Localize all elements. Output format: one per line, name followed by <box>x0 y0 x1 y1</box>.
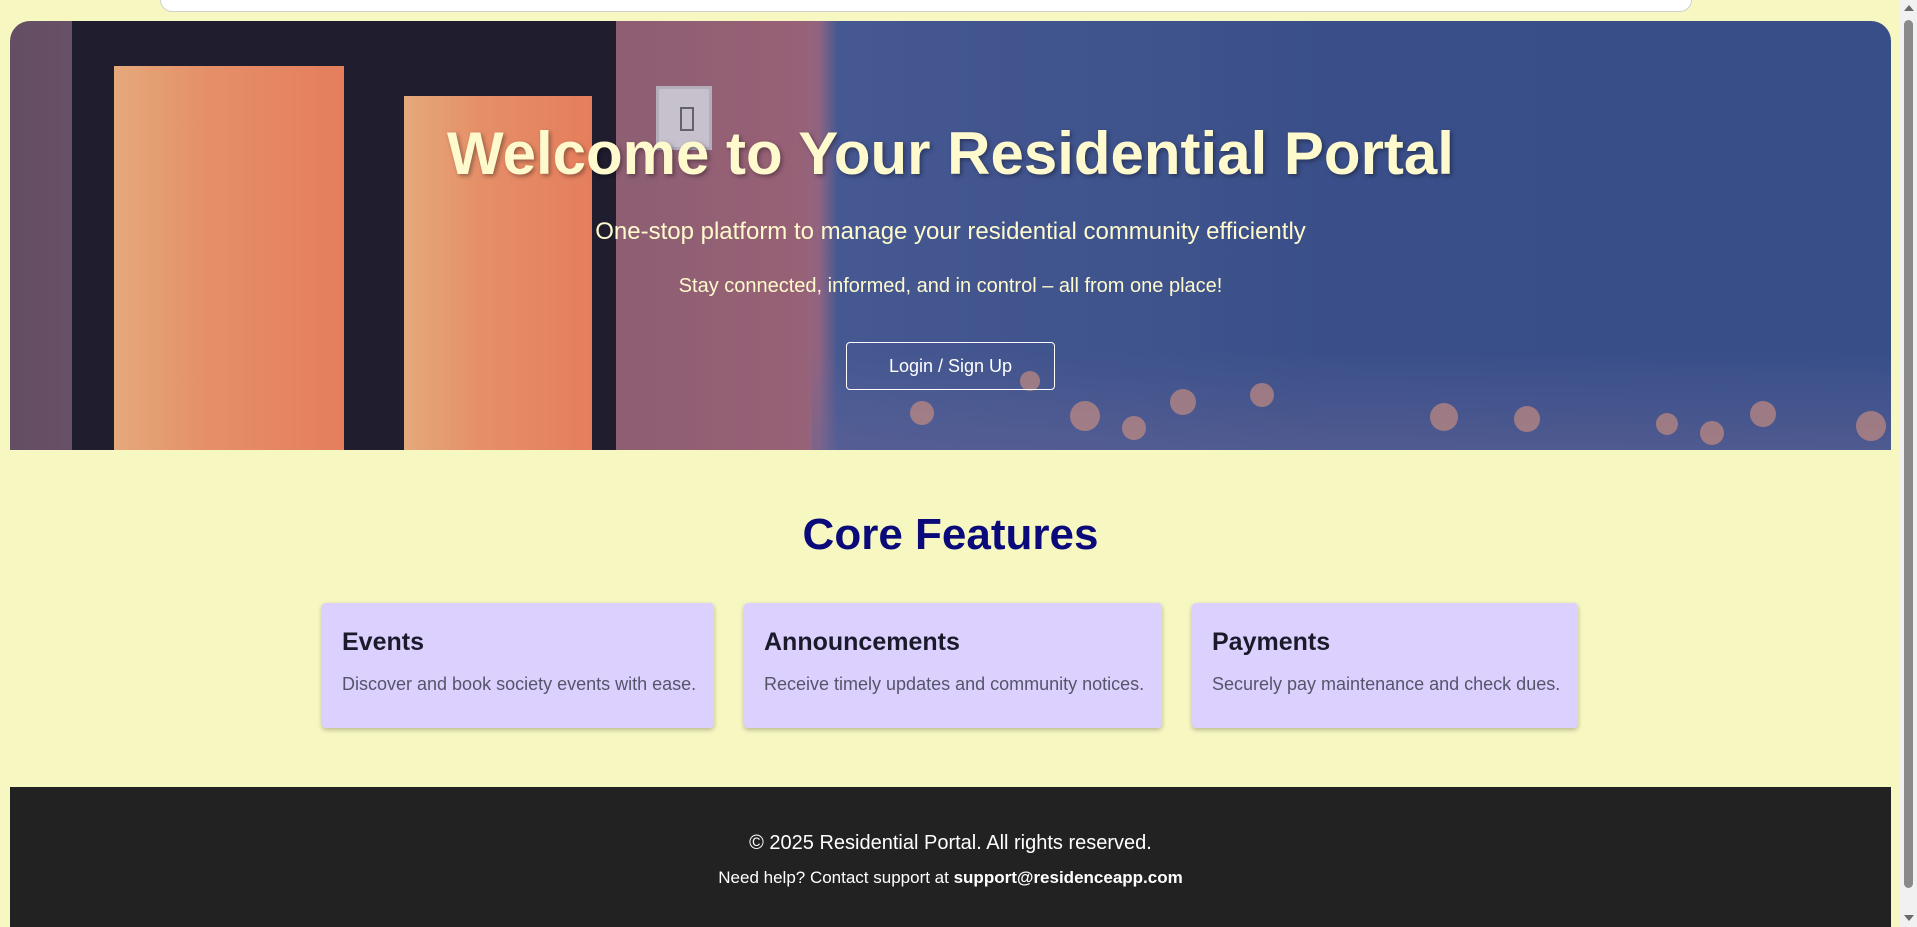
feature-card-title: Events <box>342 628 424 656</box>
footer-copyright: © 2025 Residential Portal. All rights re… <box>749 832 1152 854</box>
address-bar-edge <box>160 0 1692 12</box>
feature-card-description: Securely pay maintenance and check dues. <box>1212 674 1561 694</box>
features-heading: Core Features <box>802 510 1099 559</box>
hero-subtitle: One-stop platform to manage your residen… <box>595 218 1306 245</box>
features-section: Core Features Events Discover and book s… <box>10 450 1891 787</box>
feature-card-description: Discover and book society events with ea… <box>342 674 697 694</box>
scrollbar-thumb[interactable] <box>1904 20 1913 888</box>
login-signup-button[interactable]: Login / Sign Up <box>846 342 1055 390</box>
browser-top-strip <box>0 0 1900 12</box>
page: Welcome to Your Residential Portal One-s… <box>10 21 1891 927</box>
feature-card-title: Payments <box>1212 628 1331 656</box>
feature-card-title: Announcements <box>764 628 960 656</box>
footer-help: Need help? Contact support at support@re… <box>10 868 1891 888</box>
hero-title: Welcome to Your Residential Portal <box>447 120 1454 187</box>
feature-card-events[interactable]: Events Discover and book society events … <box>322 603 714 728</box>
feature-card-announcements[interactable]: Announcements Receive timely updates and… <box>744 603 1162 728</box>
hero-section: Welcome to Your Residential Portal One-s… <box>10 21 1891 450</box>
vertical-scrollbar[interactable] <box>1900 0 1917 927</box>
scroll-up-arrow-icon[interactable] <box>1904 5 1914 11</box>
footer: © 2025 Residential Portal. All rights re… <box>10 787 1891 927</box>
hero-content: Welcome to Your Residential Portal One-s… <box>10 21 1891 450</box>
feature-card-description: Receive timely updates and community not… <box>764 674 1145 694</box>
scroll-down-arrow-icon[interactable] <box>1904 915 1914 921</box>
feature-card-payments[interactable]: Payments Securely pay maintenance and ch… <box>1192 603 1578 728</box>
footer-help-text: Need help? Contact support at <box>718 868 954 887</box>
support-email-link[interactable]: support@residenceapp.com <box>954 868 1183 887</box>
hero-tagline: Stay connected, informed, and in control… <box>678 275 1223 297</box>
